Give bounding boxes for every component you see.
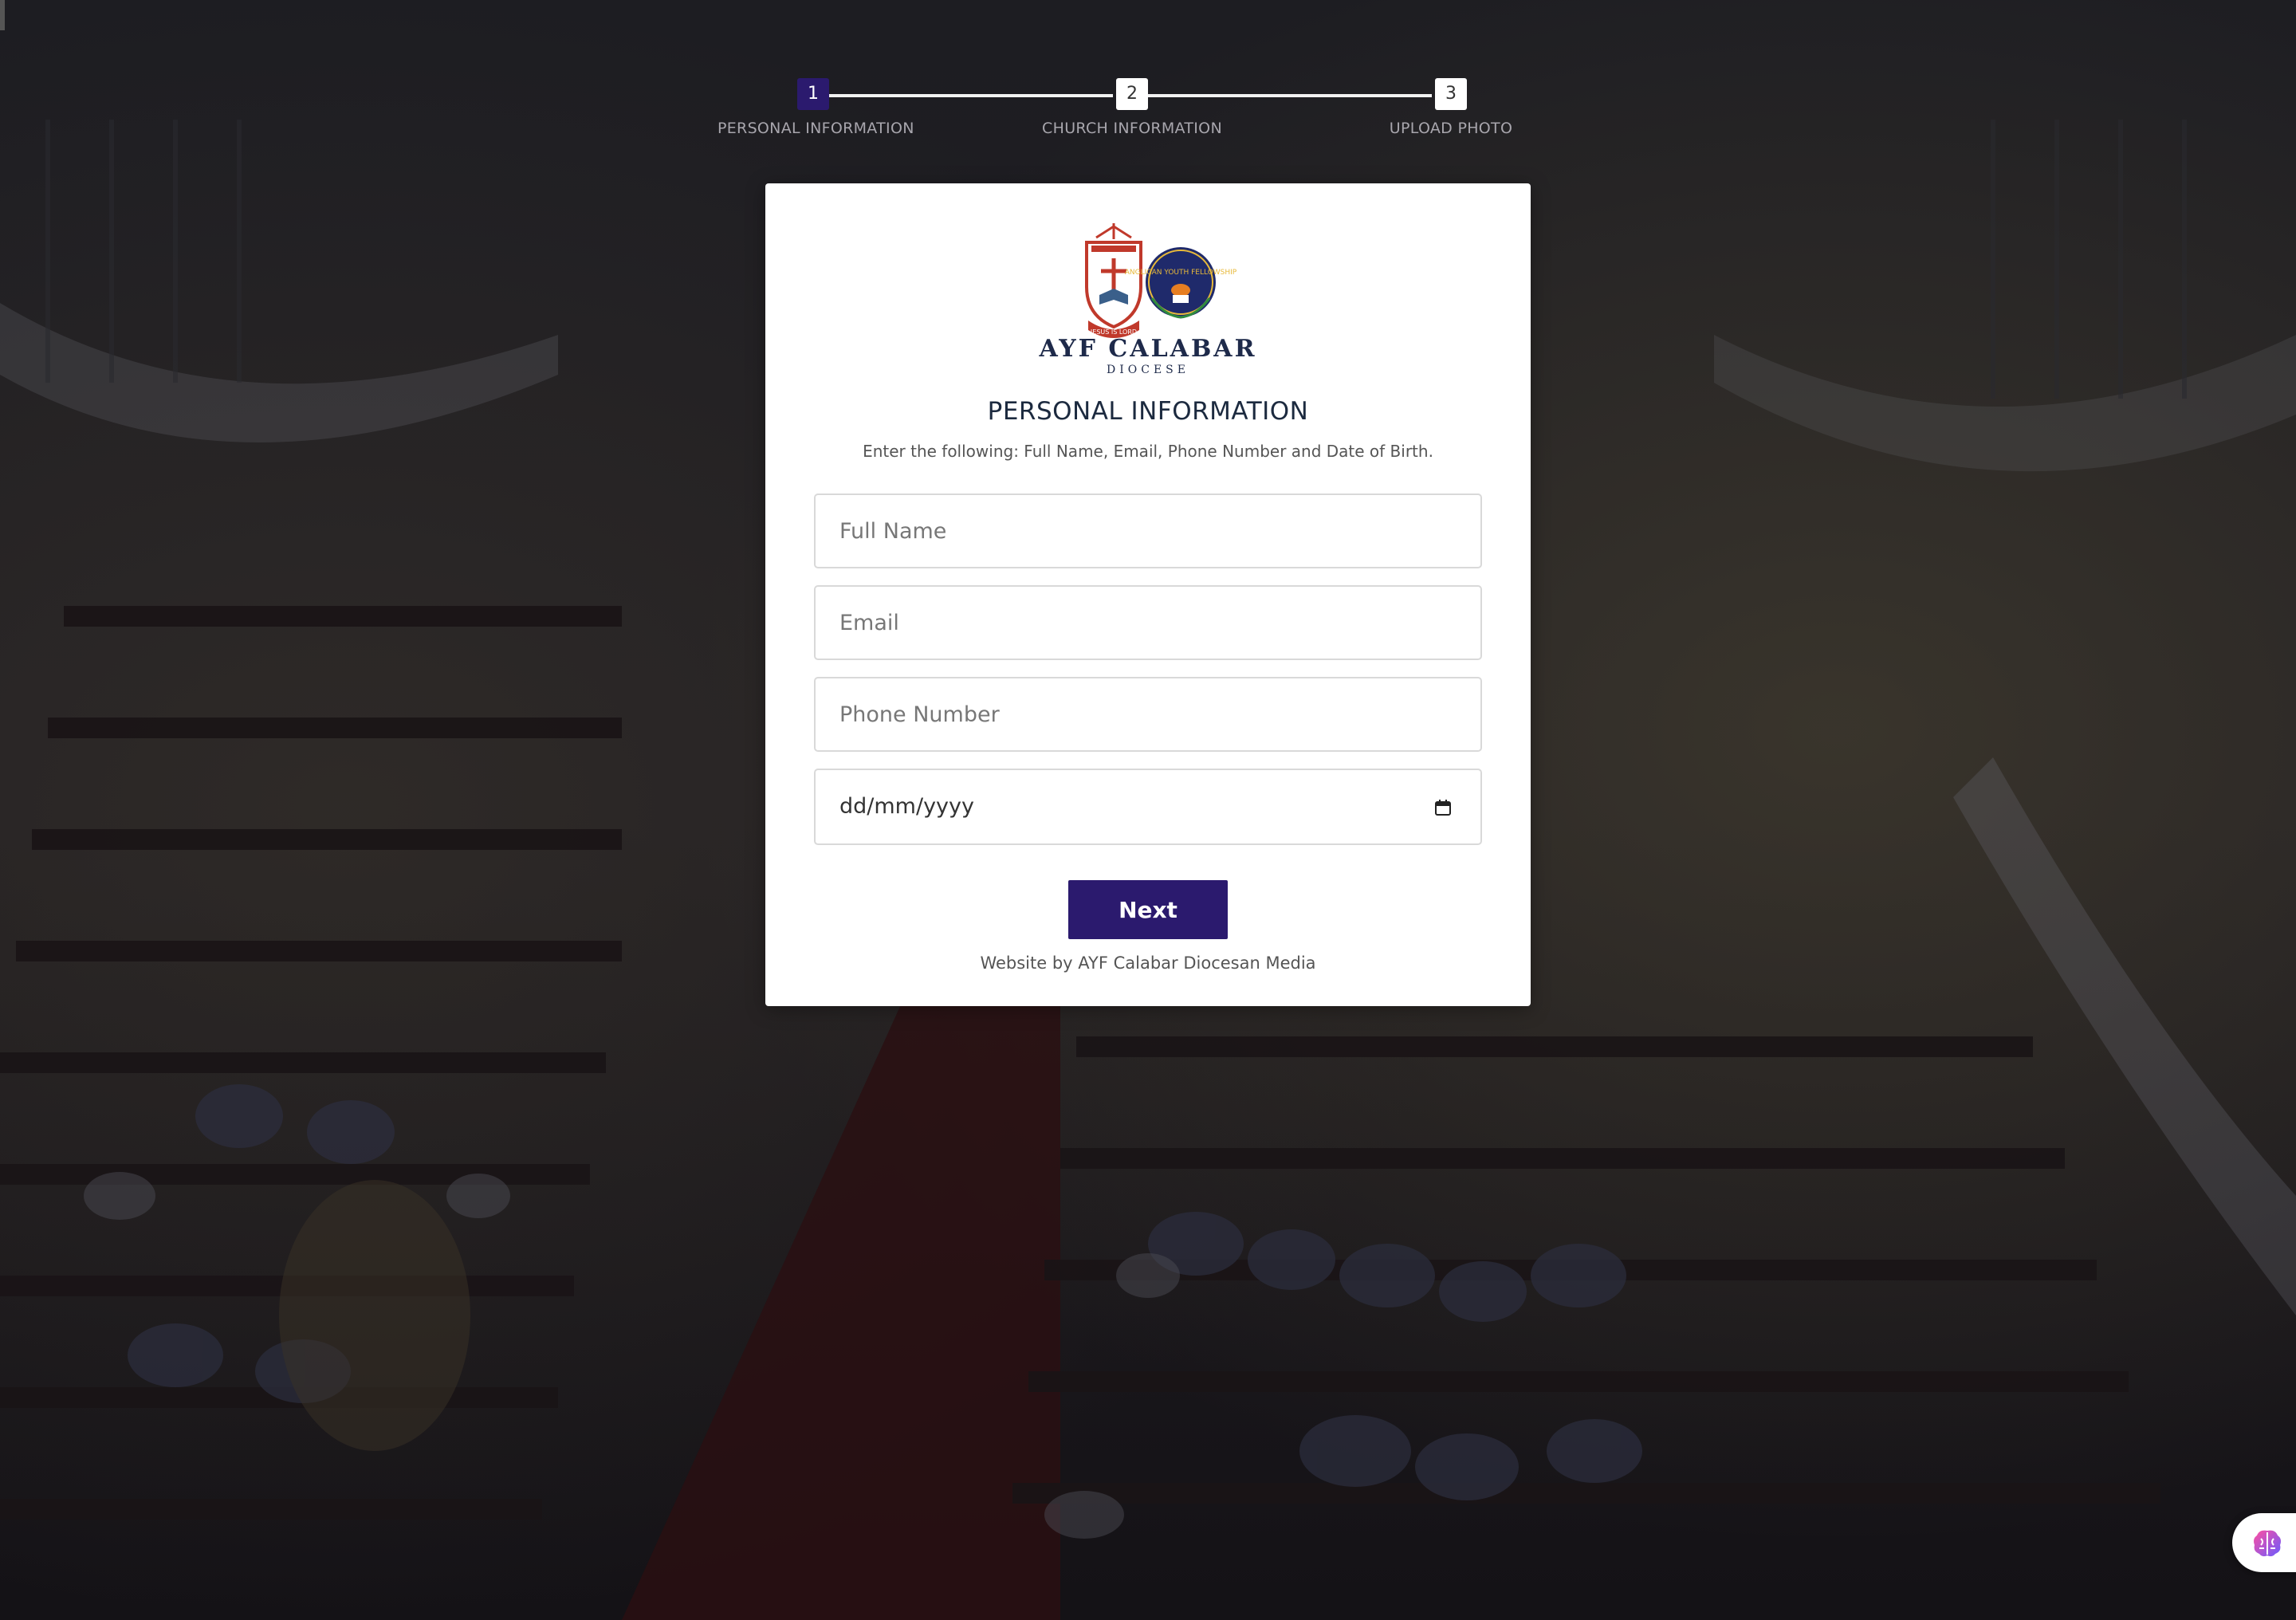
- step-church-information: 2 CHURCH INFORMATION: [1036, 78, 1228, 137]
- date-placeholder: dd/mm/yyyy: [839, 794, 974, 819]
- logo-subtitle: DIOCESE: [1107, 364, 1189, 376]
- email-input[interactable]: [814, 585, 1482, 660]
- logo-title: AYF CALABAR: [1039, 335, 1257, 363]
- step-label: UPLOAD PHOTO: [1389, 120, 1513, 137]
- diocese-crest-icon: JESUS IS LORD: [1085, 223, 1142, 338]
- svg-text:ANGLICAN YOUTH FELLOWSHIP: ANGLICAN YOUTH FELLOWSHIP: [1125, 269, 1237, 277]
- registration-card: JESUS IS LORD ANGLICAN YOUTH FELLOWSHIP …: [765, 183, 1531, 1006]
- full-name-input[interactable]: [814, 493, 1482, 568]
- page-title: PERSONAL INFORMATION: [987, 397, 1309, 426]
- footer-credit: Website by AYF Calabar Diocesan Media: [980, 954, 1316, 973]
- next-button[interactable]: Next: [1068, 880, 1228, 939]
- step-number: 1: [797, 78, 829, 110]
- step-number: 3: [1435, 78, 1467, 110]
- step-personal-information: 1 PERSONAL INFORMATION: [718, 78, 914, 137]
- step-upload-photo: 3 UPLOAD PHOTO: [1355, 78, 1547, 137]
- progress-stepper: 1 PERSONAL INFORMATION 2 CHURCH INFORMAT…: [718, 78, 1532, 142]
- step-label: CHURCH INFORMATION: [1042, 120, 1222, 137]
- step-label: PERSONAL INFORMATION: [718, 120, 914, 137]
- calendar-icon[interactable]: [1434, 799, 1452, 816]
- form-description: Enter the following: Full Name, Email, P…: [863, 442, 1433, 461]
- brain-icon: [2254, 1530, 2281, 1557]
- scroll-indicator: [0, 0, 5, 30]
- step-number: 2: [1116, 78, 1148, 110]
- phone-number-input[interactable]: [814, 677, 1482, 752]
- assistant-widget-button[interactable]: [2232, 1513, 2296, 1572]
- date-of-birth-input[interactable]: dd/mm/yyyy: [814, 769, 1482, 845]
